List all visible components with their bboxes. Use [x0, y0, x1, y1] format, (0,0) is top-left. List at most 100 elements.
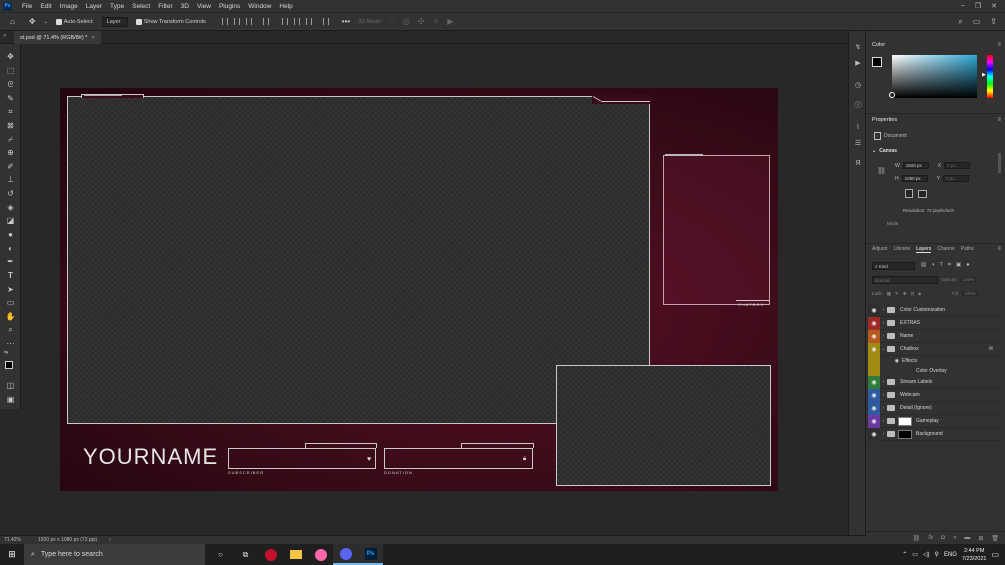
layer-row[interactable]: ◉ › Detail (Ignore) [868, 401, 1003, 415]
align-top-icon[interactable] [281, 18, 288, 25]
clone-stamp-tool-icon[interactable]: ⊥ [5, 174, 16, 185]
brush-tool-icon[interactable]: ✐ [5, 161, 16, 172]
layer-row[interactable]: ◉ Effects [868, 356, 1003, 366]
layer-row[interactable]: Color Overlay [868, 366, 1003, 376]
move-tool-icon[interactable]: ✥ [29, 17, 36, 26]
share-icon[interactable]: ⇪ [990, 17, 997, 27]
history-panel-icon[interactable]: ↯ [853, 43, 863, 53]
portrait-orientation-icon[interactable] [905, 189, 913, 198]
3d-scale-icon[interactable]: ▶ [447, 17, 453, 26]
lock-pixels-icon[interactable]: ✎ [895, 291, 899, 297]
hue-slider[interactable] [987, 55, 993, 98]
menu-window[interactable]: Window [244, 3, 275, 10]
menu-filter[interactable]: Filter [154, 3, 176, 10]
panel-menu-icon[interactable]: ≡ [997, 42, 1001, 48]
menu-edit[interactable]: Edit [36, 3, 55, 10]
info-icon[interactable]: ⓘ [853, 101, 863, 111]
photoshop-taskbar-icon[interactable]: Ps [358, 544, 383, 565]
crop-tool-icon[interactable]: ⌗ [5, 106, 16, 117]
chevron-right-icon[interactable]: › [880, 418, 887, 424]
align-center-icon[interactable] [233, 18, 240, 25]
distribute-icon[interactable] [262, 18, 269, 25]
collapse-panels-icon[interactable]: » [3, 33, 6, 39]
more-options-button[interactable]: ••• [342, 17, 350, 26]
landscape-orientation-icon[interactable] [918, 190, 927, 198]
visibility-eye-icon[interactable]: ◉ [868, 427, 880, 441]
history-brush-tool-icon[interactable]: ↺ [5, 188, 16, 199]
restore-button[interactable]: ❐ [975, 2, 981, 10]
glyphs-icon[interactable]: Я [853, 159, 863, 169]
hue-slider-handle[interactable]: ▶ [982, 72, 986, 78]
workspace-icon[interactable]: ▭ [973, 17, 981, 27]
menu-image[interactable]: Image [56, 3, 82, 10]
type-tool-icon[interactable]: T [5, 270, 16, 281]
pen-tool-icon[interactable]: ✒ [5, 256, 16, 267]
visibility-eye-icon[interactable]: ◉ [868, 375, 880, 389]
layer-row[interactable]: ◉ › EXTRAS [868, 316, 1003, 330]
properties-scrollbar[interactable] [998, 153, 1001, 173]
chevron-right-icon[interactable]: › [880, 392, 887, 398]
visibility-eye-icon[interactable] [868, 366, 880, 376]
close-tab-icon[interactable]: × [91, 35, 94, 41]
eyedropper-tool-icon[interactable]: ⌿ [5, 134, 16, 145]
color-picker-handle[interactable] [889, 92, 895, 98]
width-field[interactable]: 1920 px [902, 162, 929, 169]
task-view-icon[interactable]: ⧉ [233, 544, 258, 565]
height-field[interactable]: 1080 px [901, 175, 928, 182]
eraser-tool-icon[interactable]: ◈ [5, 202, 16, 213]
show-transform-checkbox[interactable]: Show Transform Controls [135, 18, 206, 25]
3d-pan-icon[interactable]: ✣ [418, 17, 425, 26]
layer-row[interactable]: ◉ › Name [868, 329, 1003, 343]
lock-transparent-icon[interactable]: ▦ [887, 291, 891, 297]
y-field[interactable]: 0 px [942, 175, 969, 182]
tool-preset-chevron-icon[interactable]: ⌄ [44, 19, 48, 25]
filter-smart-icon[interactable]: ▣ [956, 262, 961, 269]
layer-row[interactable]: ◉ › Gameplay [868, 414, 1003, 428]
filter-toggle-icon[interactable]: ● [966, 262, 969, 269]
chevron-right-icon[interactable]: › [880, 379, 887, 385]
canvas-section-header[interactable]: ⌄ Canvas [872, 148, 897, 154]
quick-mask-icon[interactable]: ◫ [5, 380, 16, 391]
align-bottom-icon[interactable] [305, 18, 312, 25]
swap-colors-icon[interactable]: ⇆ [4, 350, 8, 356]
home-icon[interactable]: ⌂ [10, 17, 15, 26]
chevron-right-icon[interactable]: › [880, 405, 887, 411]
menu-view[interactable]: View [193, 3, 215, 10]
chevron-right-icon[interactable]: › [880, 320, 887, 326]
foreground-color-chip[interactable] [872, 57, 882, 67]
tab-layers[interactable]: Layers [916, 246, 932, 253]
x-field[interactable]: 0 px [944, 162, 971, 169]
brush-settings-icon[interactable]: ⌇ [853, 123, 863, 133]
history-clock-icon[interactable]: ◷ [853, 81, 863, 91]
color-picker-field[interactable] [892, 55, 977, 98]
add-mask-icon[interactable]: ◘ [941, 535, 945, 541]
filter-type-icon[interactable]: T [940, 262, 943, 269]
blend-mode-dropdown[interactable]: Normal [872, 276, 938, 284]
layer-row[interactable]: ◉ ⌄ Chatbox fx [868, 342, 1003, 356]
status-menu-arrow[interactable]: › [109, 537, 111, 543]
lock-all-icon[interactable]: 🔒︎ [918, 291, 920, 297]
blur-tool-icon[interactable]: ● [5, 229, 16, 240]
fx-icon[interactable]: fx [928, 535, 933, 541]
quick-select-tool-icon[interactable]: ✎ [5, 93, 16, 104]
dodge-tool-icon[interactable]: ◐ [5, 243, 16, 254]
gradient-tool-icon[interactable]: ◪ [5, 215, 16, 226]
visibility-eye-icon[interactable] [868, 356, 880, 366]
visibility-eye-icon[interactable]: ◉ [868, 329, 880, 343]
layer-row[interactable]: ◉ › Webcam [868, 388, 1003, 402]
zoom-level[interactable]: 71.42% [4, 537, 38, 543]
chevron-down-icon[interactable]: ⌄ [880, 346, 887, 352]
visibility-eye-icon[interactable]: ◉ [868, 342, 880, 356]
file-explorer-icon[interactable] [283, 544, 308, 565]
3d-roll-icon[interactable]: ◎ [403, 17, 410, 26]
distribute-vertical-icon[interactable] [322, 18, 329, 25]
move-tool-icon[interactable]: ✥ [5, 51, 16, 62]
panel-menu-icon[interactable]: ≡ [997, 246, 1001, 252]
link-dimensions-icon[interactable]: ⛓ [877, 167, 886, 175]
notifications-icon[interactable]: ▭ [991, 550, 999, 559]
delete-layer-icon[interactable]: 🗑︎ [991, 535, 999, 542]
auto-select-dropdown[interactable]: Layer [101, 16, 128, 27]
visibility-eye-icon[interactable]: ◉ [868, 401, 880, 415]
visibility-eye-icon[interactable]: ◉ [868, 316, 880, 330]
marquee-tool-icon[interactable]: ⬚ [5, 65, 16, 76]
